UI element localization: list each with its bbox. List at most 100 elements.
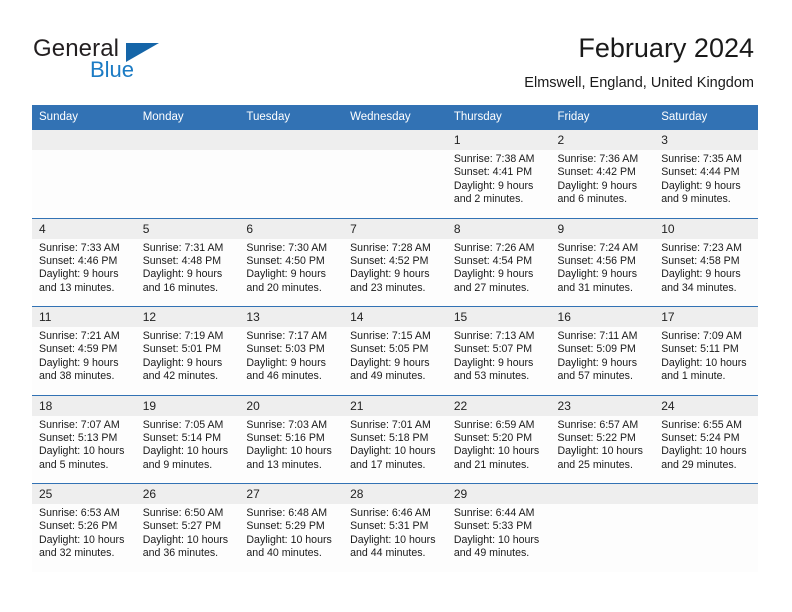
sunrise-text: Sunrise: 7:15 AM xyxy=(350,330,431,342)
day-number[interactable]: 2 xyxy=(550,130,655,150)
page-header: General Blue February 2024 Elmswell, Eng… xyxy=(0,0,792,98)
day-cell[interactable]: Sunrise: 7:21 AM Sunset: 4:59 PM Daylight:… xyxy=(32,327,136,395)
day-cell[interactable]: Sunrise: 7:33 AM Sunset: 4:46 PM Daylight:… xyxy=(32,238,136,307)
day-number[interactable]: 11 xyxy=(32,306,136,327)
day-number[interactable]: 12 xyxy=(135,306,240,327)
daylight-text-line2: and 25 minutes. xyxy=(557,458,633,471)
day-number[interactable]: 6 xyxy=(239,217,344,239)
day-cell[interactable]: Sunrise: 7:24 AM Sunset: 4:56 PM Daylight:… xyxy=(550,238,655,307)
day-number[interactable]: 21 xyxy=(343,394,447,416)
day-cell[interactable]: Sunrise: 6:48 AM Sunset: 5:29 PM Daylight:… xyxy=(239,504,344,572)
sunset-text: Sunset: 4:41 PM xyxy=(453,166,533,179)
sunrise-text: Sunrise: 7:26 AM xyxy=(453,241,535,254)
day-cell[interactable]: Sunrise: 7:30 AM Sunset: 4:50 PM Daylight:… xyxy=(239,238,344,307)
weekday-header-tuesday: Tuesday xyxy=(239,105,344,130)
day-number[interactable]: 27 xyxy=(239,483,344,504)
week-info-row: Sunrise: 7:07 AM Sunset: 5:13 PM Daylight:… xyxy=(32,415,758,484)
daylight-text-line2: and 6 minutes. xyxy=(557,193,628,206)
daylight-text-line1: Daylight: 9 hours xyxy=(557,179,638,192)
day-cell[interactable]: Sunrise: 7:36 AM Sunset: 4:42 PM Daylight:… xyxy=(550,150,655,218)
day-number[interactable]: 8 xyxy=(446,217,551,239)
day-number[interactable]: 24 xyxy=(654,394,758,416)
sunset-text: Sunset: 5:29 PM xyxy=(246,520,325,533)
day-cell[interactable]: Sunrise: 7:31 AM Sunset: 4:48 PM Daylight:… xyxy=(135,238,240,307)
day-number[interactable]: 18 xyxy=(32,394,136,416)
daylight-text-line1: Daylight: 10 hours xyxy=(39,533,125,546)
day-cell[interactable]: Sunrise: 6:50 AM Sunset: 5:27 PM Daylight:… xyxy=(135,504,240,572)
day-cell[interactable]: Sunrise: 6:44 AM Sunset: 5:33 PM Daylight:… xyxy=(446,504,551,572)
day-number[interactable]: 25 xyxy=(32,483,136,504)
sunset-text: Sunset: 4:42 PM xyxy=(557,166,636,179)
day-cell[interactable]: Sunrise: 7:23 AM Sunset: 4:58 PM Daylight:… xyxy=(654,238,758,307)
sunrise-text: Sunrise: 7:03 AM xyxy=(246,418,328,431)
day-number[interactable]: 26 xyxy=(135,483,240,504)
day-cell[interactable]: Sunrise: 7:15 AM Sunset: 5:05 PM Daylight:… xyxy=(343,327,447,395)
day-cell[interactable]: Sunrise: 7:13 AM Sunset: 5:07 PM Daylight:… xyxy=(446,327,551,395)
daylight-text-line1: Daylight: 10 hours xyxy=(453,533,540,546)
day-cell[interactable]: Sunrise: 7:19 AM Sunset: 5:01 PM Daylight:… xyxy=(135,327,240,395)
sunset-text: Sunset: 5:16 PM xyxy=(246,431,325,444)
daylight-text-line1: Daylight: 10 hours xyxy=(142,533,229,546)
day-cell[interactable]: Sunrise: 7:26 AM Sunset: 4:54 PM Daylight:… xyxy=(446,238,551,307)
sunset-text: Sunset: 5:13 PM xyxy=(39,431,118,444)
day-cell[interactable]: Sunrise: 6:59 AM Sunset: 5:20 PM Daylight:… xyxy=(446,415,551,484)
day-number-empty xyxy=(343,130,447,150)
day-number[interactable]: 22 xyxy=(446,394,551,416)
daylight-text-line1: Daylight: 9 hours xyxy=(350,268,430,281)
day-number[interactable]: 20 xyxy=(239,394,344,416)
daylight-text-line2: and 38 minutes. xyxy=(39,370,115,383)
daylight-text-line2: and 42 minutes. xyxy=(142,370,219,383)
daylight-text-line2: and 1 minute. xyxy=(661,370,726,383)
day-number[interactable]: 4 xyxy=(32,217,136,239)
day-number[interactable]: 3 xyxy=(654,130,758,150)
sunrise-text: Sunrise: 7:17 AM xyxy=(246,330,328,342)
day-cell[interactable]: Sunrise: 7:09 AM Sunset: 5:11 PM Daylight:… xyxy=(654,327,758,395)
day-cell[interactable]: Sunrise: 7:17 AM Sunset: 5:03 PM Daylight:… xyxy=(239,327,344,395)
day-cell-empty xyxy=(32,150,136,218)
daylight-text-line2: and 17 minutes. xyxy=(350,458,426,471)
sunrise-text: Sunrise: 6:55 AM xyxy=(661,418,742,431)
day-cell[interactable]: Sunrise: 7:38 AM Sunset: 4:41 PM Daylight:… xyxy=(446,150,551,218)
day-number-empty xyxy=(32,130,136,150)
day-cell[interactable]: Sunrise: 6:53 AM Sunset: 5:26 PM Daylight:… xyxy=(32,504,136,572)
day-cell[interactable]: Sunrise: 7:05 AM Sunset: 5:14 PM Daylight:… xyxy=(135,415,240,484)
sunset-text: Sunset: 5:31 PM xyxy=(350,520,429,533)
day-cell[interactable]: Sunrise: 7:28 AM Sunset: 4:52 PM Daylight:… xyxy=(343,238,447,307)
daylight-text-line2: and 44 minutes. xyxy=(350,547,426,560)
day-cell[interactable]: Sunrise: 7:11 AM Sunset: 5:09 PM Daylight:… xyxy=(550,327,655,395)
daylight-text-line2: and 49 minutes. xyxy=(350,370,426,383)
day-cell[interactable]: Sunrise: 6:55 AM Sunset: 5:24 PM Daylight:… xyxy=(654,415,758,484)
day-number-empty xyxy=(654,483,758,504)
sunrise-text: Sunrise: 7:09 AM xyxy=(661,330,742,342)
day-number[interactable]: 13 xyxy=(239,306,344,327)
daylight-text-line1: Daylight: 9 hours xyxy=(453,268,534,281)
daylight-text-line1: Daylight: 10 hours xyxy=(142,445,229,458)
sunrise-text: Sunrise: 6:50 AM xyxy=(142,507,224,519)
day-cell-empty xyxy=(239,150,344,218)
day-number[interactable]: 1 xyxy=(446,130,551,150)
day-cell[interactable]: Sunrise: 6:57 AM Sunset: 5:22 PM Daylight:… xyxy=(550,415,655,484)
day-number[interactable]: 15 xyxy=(446,306,551,327)
week-number-row: 25 26 27 28 29 xyxy=(32,483,758,504)
day-number[interactable]: 28 xyxy=(343,483,447,504)
day-number[interactable]: 16 xyxy=(550,306,655,327)
day-cell[interactable]: Sunrise: 7:07 AM Sunset: 5:13 PM Daylight:… xyxy=(32,415,136,484)
day-number[interactable]: 10 xyxy=(654,217,758,239)
day-number[interactable]: 5 xyxy=(135,217,240,239)
logo-text-blue: Blue xyxy=(90,57,135,82)
day-number[interactable]: 14 xyxy=(343,306,447,327)
day-number[interactable]: 17 xyxy=(654,306,758,327)
day-cell[interactable]: Sunrise: 6:46 AM Sunset: 5:31 PM Daylight:… xyxy=(343,504,447,572)
sunrise-text: Sunrise: 7:11 AM xyxy=(557,330,638,342)
sunset-text: Sunset: 4:48 PM xyxy=(142,254,222,267)
day-number[interactable]: 23 xyxy=(550,394,655,416)
day-number[interactable]: 9 xyxy=(550,217,655,239)
day-number[interactable]: 7 xyxy=(343,217,447,239)
day-number[interactable]: 29 xyxy=(446,483,551,504)
day-cell[interactable]: Sunrise: 7:03 AM Sunset: 5:16 PM Daylight:… xyxy=(239,415,344,484)
day-cell[interactable]: Sunrise: 7:35 AM Sunset: 4:44 PM Daylight:… xyxy=(654,150,758,218)
day-number[interactable]: 19 xyxy=(135,394,240,416)
sunset-text: Sunset: 4:56 PM xyxy=(557,254,636,267)
sunrise-text: Sunrise: 7:23 AM xyxy=(661,241,742,254)
day-cell[interactable]: Sunrise: 7:01 AM Sunset: 5:18 PM Daylight:… xyxy=(343,415,447,484)
